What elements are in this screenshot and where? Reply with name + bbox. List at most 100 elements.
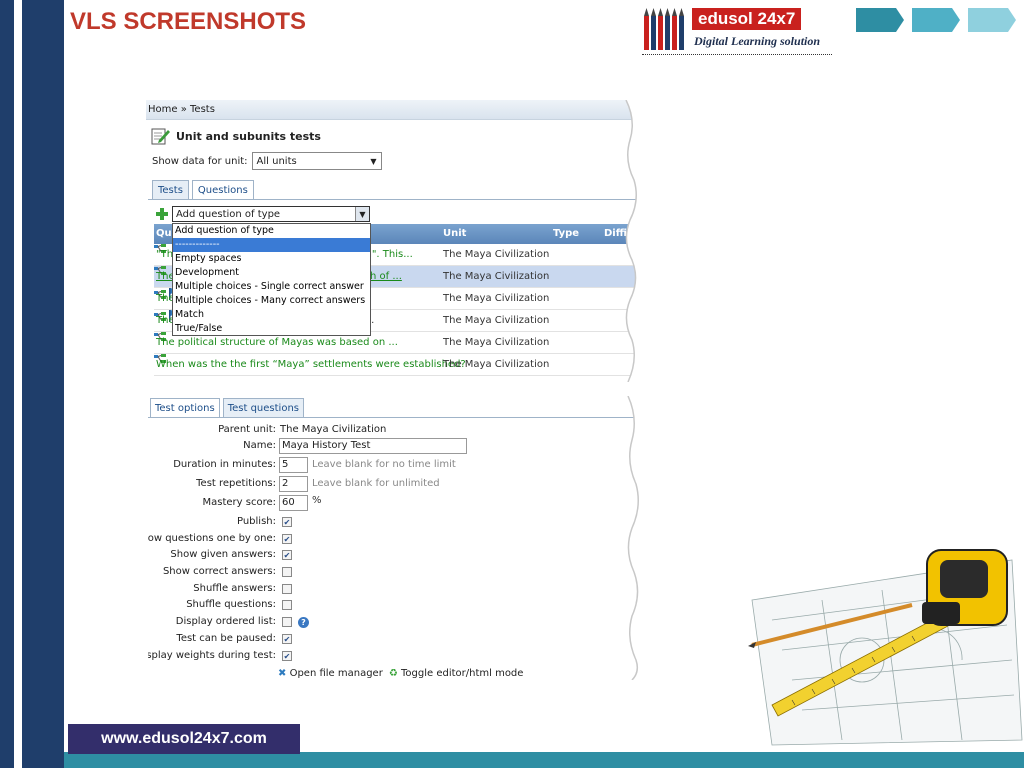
shuffle-questions-checkbox[interactable] (282, 600, 292, 610)
info-icon[interactable]: ? (298, 617, 309, 628)
breadcrumb[interactable]: Home » Tests (146, 100, 636, 120)
toggle-editor-link[interactable]: ♻ Toggle editor/html mode (389, 668, 524, 678)
slide-title: VLS SCREENSHOTS (70, 8, 307, 35)
pencils-logo-icon (644, 8, 684, 50)
dropdown-option[interactable]: Multiple choices - Single correct answer (173, 280, 370, 294)
question-text[interactable]: The political structure of Mayas was bas… (156, 337, 398, 348)
parent-unit-label: Parent unit: (218, 424, 276, 435)
column-unit[interactable]: Unit (443, 228, 466, 239)
duration-input[interactable]: 5 (279, 457, 308, 473)
unit-filter-label: Show data for unit: (152, 155, 248, 167)
checkbox-label: Show questions one by one: (148, 533, 276, 544)
mastery-label: Mastery score: (202, 497, 277, 508)
mastery-unit: % (312, 495, 322, 506)
checkbox-label: Publish: (236, 516, 276, 527)
question-text[interactable]: "Th (156, 249, 173, 260)
website-url[interactable]: www.edusol24x7.com (68, 724, 300, 754)
question-type-dropdown[interactable]: Add question of type ------------- Empty… (172, 223, 371, 336)
name-label: Name: (243, 440, 276, 451)
company-logo: edusol 24x7 Digital Learning solution (642, 4, 834, 56)
table-row[interactable]: When was the the first “Maya” settlement… (154, 354, 636, 376)
question-text[interactable]: When was the the first “Maya” settlement… (156, 359, 466, 370)
editor-links: ✖ Open file manager ♻ Toggle editor/html… (278, 668, 523, 678)
show-correct-answers-checkbox[interactable] (282, 567, 292, 577)
page-title: Unit and subunits tests (176, 129, 321, 143)
tab-bar: Test options Test questions (150, 398, 307, 418)
show-given-answers-row: Show given answers: ✔ (148, 547, 638, 564)
torn-edge (625, 100, 640, 382)
dropdown-option-selected[interactable]: ------------- (173, 238, 370, 252)
checkbox-label: Test can be paused: (176, 633, 276, 644)
question-text-tail[interactable]: h of ... (370, 271, 402, 282)
duration-row: Duration in minutes: 5 Leave blank for n… (148, 457, 638, 474)
unit-cell: The Maya Civilization (443, 249, 550, 260)
unit-cell: The Maya Civilization (443, 337, 550, 348)
dropdown-option[interactable]: True/False (173, 322, 370, 336)
repetitions-row: Test repetitions: 2 Leave blank for unli… (148, 476, 638, 493)
checkbox-label: Show correct answers: (162, 566, 276, 577)
repetitions-hint: Leave blank for unlimited (312, 478, 440, 489)
publish-row: Publish: ✔ (148, 514, 638, 531)
test-can-be-paused-row: Test can be paused: ✔ (148, 631, 638, 648)
toggle-icon: ♻ (388, 668, 398, 678)
checkbox-label: Display ordered list: (175, 616, 276, 627)
questions-one-by-one-row: Show questions one by one: ✔ (148, 531, 638, 548)
show-given-answers-checkbox[interactable]: ✔ (282, 550, 292, 560)
arrow-right-icon (856, 8, 904, 32)
unit-cell: The Maya Civilization (443, 271, 550, 282)
dropdown-option[interactable]: Development (173, 266, 370, 280)
decorative-arrows (856, 8, 1016, 32)
tab-divider (148, 417, 638, 418)
show-correct-answers-row: Show correct answers: (148, 564, 638, 581)
shuffle-answers-checkbox[interactable] (282, 584, 292, 594)
unit-select-value: All units (256, 155, 297, 167)
repetitions-label: Test repetitions: (196, 478, 276, 489)
unit-select[interactable]: All units ▼ (251, 152, 382, 170)
unit-cell: The Maya Civilization (443, 315, 550, 326)
logo-tagline: Digital Learning solution (694, 34, 821, 48)
duration-label: Duration in minutes: (173, 459, 276, 470)
name-row: Name: Maya History Test (148, 438, 638, 455)
publish-checkbox[interactable]: ✔ (282, 517, 292, 527)
tab-questions[interactable]: Questions (191, 180, 254, 200)
bottom-accent-bar (64, 752, 1024, 768)
chevron-down-icon[interactable]: ▼ (355, 207, 369, 221)
shuffle-questions-row: Shuffle questions: (148, 597, 638, 614)
toggle-editor-label: Toggle editor/html mode (400, 668, 524, 678)
checkbox-label: Display weights during test: (148, 650, 276, 661)
display-ordered-list-checkbox[interactable] (282, 617, 292, 627)
test-options-screenshot: Test options Test questions Parent unit:… (148, 396, 638, 678)
questions-one-by-one-checkbox[interactable]: ✔ (282, 534, 292, 544)
duration-hint: Leave blank for no time limit (312, 459, 456, 470)
column-question[interactable]: Qu (156, 228, 172, 239)
dropdown-option[interactable]: Empty spaces (173, 252, 370, 266)
left-accent-bar-wide (22, 0, 64, 768)
tab-test-questions[interactable]: Test questions (222, 398, 304, 418)
add-icon[interactable] (156, 208, 168, 220)
column-type[interactable]: Type (553, 228, 579, 239)
display-weights-checkbox[interactable]: ✔ (282, 651, 292, 661)
test-can-be-paused-checkbox[interactable]: ✔ (282, 634, 292, 644)
mastery-input[interactable]: 60 (279, 495, 308, 511)
question-type-select[interactable]: Add question of type ▼ (172, 206, 370, 222)
tab-tests[interactable]: Tests (152, 180, 189, 200)
unit-filter: Show data for unit: All units ▼ (152, 152, 382, 170)
tab-bar: Tests Questions (152, 180, 257, 200)
repetitions-input[interactable]: 2 (279, 476, 308, 492)
dropdown-option[interactable]: Multiple choices - Many correct answers (173, 294, 370, 308)
panel-header: Unit and subunits tests (150, 124, 321, 148)
dropdown-option[interactable]: Match (173, 308, 370, 322)
parent-unit-row: Parent unit: The Maya Civilization (148, 422, 638, 439)
name-input[interactable]: Maya History Test (279, 438, 467, 454)
tape-measure-blueprint-illustration (748, 549, 1023, 746)
logo-brand: edusol 24x7 (692, 8, 802, 30)
checkbox-label: Shuffle answers: (193, 583, 276, 594)
unit-cell: The Maya Civilization (443, 359, 550, 370)
chevron-down-icon: ▼ (370, 156, 377, 166)
logo-underline (642, 54, 832, 55)
dropdown-option[interactable]: Add question of type (173, 224, 370, 238)
display-ordered-list-row: Display ordered list: ? (148, 614, 638, 631)
tab-test-options[interactable]: Test options (150, 398, 220, 418)
arrow-right-icon (912, 8, 960, 32)
open-file-manager-link[interactable]: ✖ Open file manager (278, 668, 383, 678)
